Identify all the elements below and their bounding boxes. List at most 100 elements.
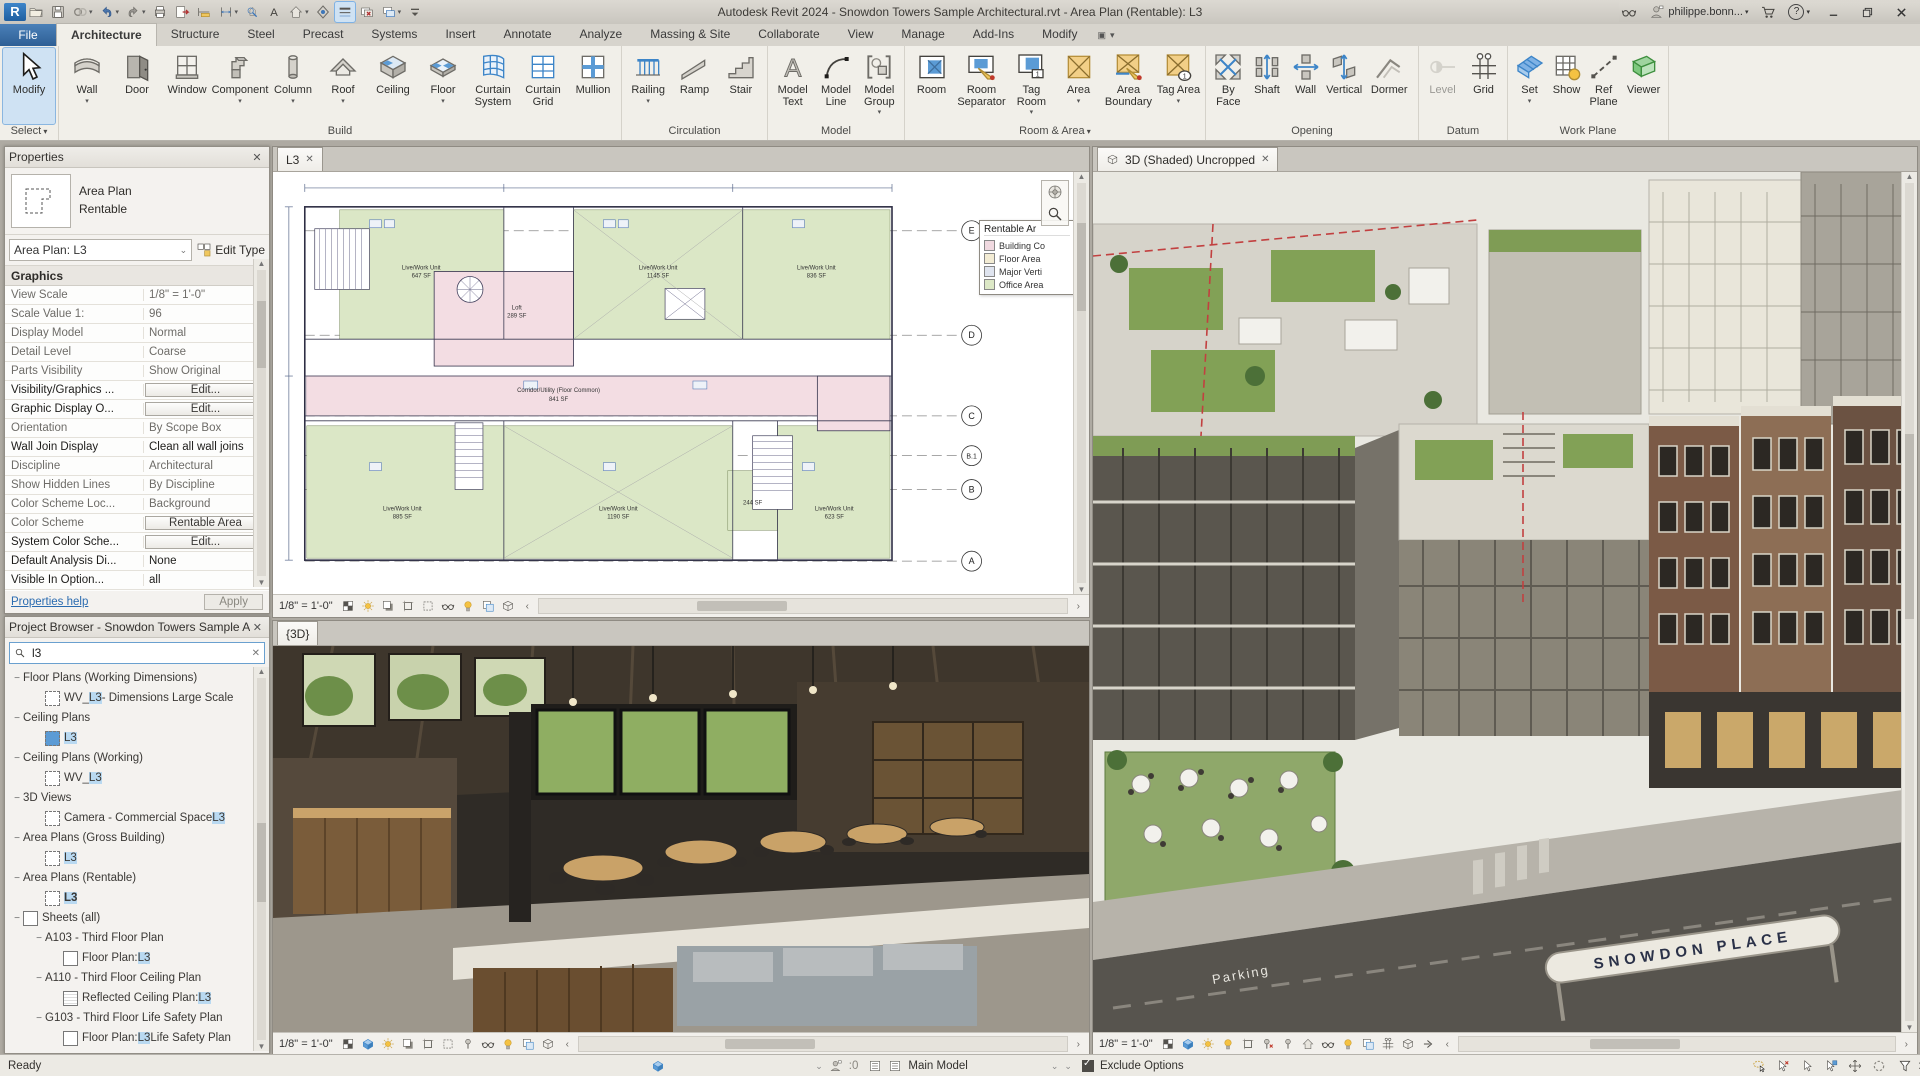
roof-button[interactable]: Roof <box>318 48 368 124</box>
locked-3d-icon[interactable] <box>459 1035 477 1053</box>
close-button[interactable] <box>1888 2 1914 22</box>
open-icon[interactable] <box>26 2 46 22</box>
save-icon[interactable] <box>48 2 68 22</box>
duplicate-icon[interactable] <box>1359 1035 1377 1053</box>
ribbon-tab[interactable]: Steel <box>233 23 288 45</box>
ribbon-tab[interactable]: Analyze <box>566 23 637 45</box>
worksharing-display-icon[interactable] <box>519 1035 537 1053</box>
camera-horizontal-scrollbar[interactable] <box>577 1036 1068 1052</box>
temporary-hide-isolate-icon[interactable] <box>1319 1035 1337 1053</box>
area-button[interactable]: Area <box>1055 48 1102 124</box>
select-links-icon[interactable] <box>1750 1057 1768 1075</box>
selection-box-icon[interactable] <box>1399 1035 1417 1053</box>
customize-qat-icon[interactable] <box>405 2 425 22</box>
expander-icon[interactable]: − <box>11 833 23 844</box>
select-underlay-icon[interactable] <box>1774 1057 1792 1075</box>
expander-icon[interactable]: − <box>33 1013 45 1024</box>
model-text-button[interactable]: Model Text <box>771 48 814 124</box>
camera-view-tab[interactable]: {3D} <box>277 621 319 645</box>
expander-icon[interactable]: − <box>33 973 45 984</box>
redo-icon[interactable] <box>123 2 148 22</box>
room-button[interactable]: Room <box>908 48 955 124</box>
modify-tab-options-icon[interactable]: ▣ <box>1098 30 1107 41</box>
panel-build[interactable]: Build <box>59 124 621 140</box>
model-group-button[interactable]: Model Group <box>858 48 901 124</box>
panel-room-area[interactable]: Room & Area <box>905 124 1205 140</box>
mullion-button[interactable]: Mullion <box>568 48 618 124</box>
tree-item[interactable]: − Floor Plans (Working Dimensions) <box>5 668 269 688</box>
panel-datum[interactable]: Datum <box>1419 124 1507 140</box>
ribbon-tab[interactable]: Add-Ins <box>959 23 1028 45</box>
app-logo[interactable]: R <box>4 3 26 21</box>
ribbon-tab[interactable]: Precast <box>289 23 358 45</box>
property-row[interactable]: Color Scheme Loc... Background <box>5 495 269 514</box>
drag-on-selection-icon[interactable] <box>1846 1057 1864 1075</box>
undo-icon[interactable] <box>97 2 122 22</box>
tree-item[interactable]: − L3 <box>5 728 269 748</box>
crop-region-icon[interactable] <box>419 597 437 615</box>
ramp-button[interactable]: Ramp <box>671 48 717 124</box>
expander-icon[interactable]: − <box>11 713 23 724</box>
tree-item[interactable]: − 3D Views <box>5 788 269 808</box>
property-row[interactable]: Visible In Option... all <box>5 571 269 590</box>
select-by-face-icon[interactable] <box>1822 1057 1840 1075</box>
scroll-left-icon[interactable]: ‹ <box>523 601 532 612</box>
exterior-horizontal-scrollbar[interactable] <box>1457 1036 1896 1052</box>
property-row[interactable]: Detail Level Coarse <box>5 343 269 362</box>
tree-item[interactable]: − Ceiling Plans (Working) <box>5 748 269 768</box>
shaded-style-icon[interactable] <box>1179 1035 1197 1053</box>
main-model-select[interactable]: Main Model ⌄ <box>908 1060 1058 1072</box>
text-icon[interactable] <box>264 2 284 22</box>
panel-model[interactable]: Model <box>768 124 904 140</box>
collapse-chevron-icon[interactable]: ⌄ <box>815 1061 823 1072</box>
expander-icon[interactable]: − <box>11 753 23 764</box>
thin-lines-icon[interactable] <box>333 1 356 23</box>
temporary-hide-isolate-icon[interactable] <box>479 1035 497 1053</box>
scroll-left-icon[interactable]: ‹ <box>563 1039 572 1050</box>
tag-by-category-icon[interactable] <box>242 2 262 22</box>
instance-selector[interactable]: Area Plan: L3 ⌄ <box>9 239 193 261</box>
view-scale[interactable]: 1/8" = 1'-0" <box>1099 1038 1153 1050</box>
background-processes-icon[interactable] <box>1870 1057 1888 1075</box>
reveal-hidden-icon[interactable] <box>459 597 477 615</box>
ribbon-tab[interactable]: Collaborate <box>744 23 833 45</box>
reveal-hidden-icon[interactable] <box>1339 1035 1357 1053</box>
expander-icon[interactable]: − <box>11 913 23 924</box>
component-button[interactable]: Component <box>212 48 268 124</box>
browser-scrollbar[interactable]: ▲ ▼ <box>253 667 269 1051</box>
home-view-icon[interactable] <box>1299 1035 1317 1053</box>
design-options-icon[interactable] <box>868 1059 882 1073</box>
scroll-left-icon[interactable]: ‹ <box>1443 1039 1452 1050</box>
crop-view-icon[interactable] <box>399 597 417 615</box>
property-row[interactable]: Color Scheme Rentable Area <box>5 514 269 533</box>
ribbon-tab[interactable]: Structure <box>157 23 234 45</box>
export-arrow-icon[interactable] <box>1419 1035 1437 1053</box>
shadows-icon[interactable] <box>379 597 397 615</box>
tree-item[interactable]: − Camera - Commercial Space L3 <box>5 808 269 828</box>
type-selector[interactable]: Area Plan Rentable <box>5 168 269 235</box>
expander-icon[interactable]: − <box>11 673 23 684</box>
crop-view-icon[interactable] <box>419 1035 437 1053</box>
plan-horizontal-scrollbar[interactable] <box>537 598 1068 614</box>
select-pinned-icon[interactable] <box>1798 1057 1816 1075</box>
property-row[interactable]: Graphic Display O... Edit... <box>5 400 269 419</box>
analysis-display-icon[interactable] <box>539 1035 557 1053</box>
sun-path-icon[interactable] <box>359 597 377 615</box>
worksharing-status-icon[interactable] <box>651 1059 665 1073</box>
browser-search-input[interactable] <box>30 645 248 661</box>
expander-icon[interactable]: − <box>11 873 23 884</box>
properties-close-icon[interactable]: ✕ <box>249 151 265 164</box>
wall-opening-button[interactable]: Wall <box>1286 48 1325 124</box>
camera-canvas[interactable] <box>273 646 1089 1032</box>
wall-button[interactable]: Wall <box>62 48 112 124</box>
tree-item[interactable]: − Ceiling Plans <box>5 708 269 728</box>
stair-button[interactable]: Stair <box>718 48 764 124</box>
area-boundary-button[interactable]: Area Boundary <box>1102 48 1155 124</box>
curtain-system-button[interactable]: Curtain System <box>468 48 518 124</box>
tree-item[interactable]: − A103 - Third Floor Plan <box>5 928 269 948</box>
design-options-pick-icon[interactable] <box>888 1059 902 1073</box>
sun-path-icon[interactable] <box>379 1035 397 1053</box>
curtain-grid-button[interactable]: Curtain Grid <box>518 48 568 124</box>
property-row[interactable]: Orientation By Scope Box <box>5 419 269 438</box>
properties-help-link[interactable]: Properties help <box>11 596 88 608</box>
